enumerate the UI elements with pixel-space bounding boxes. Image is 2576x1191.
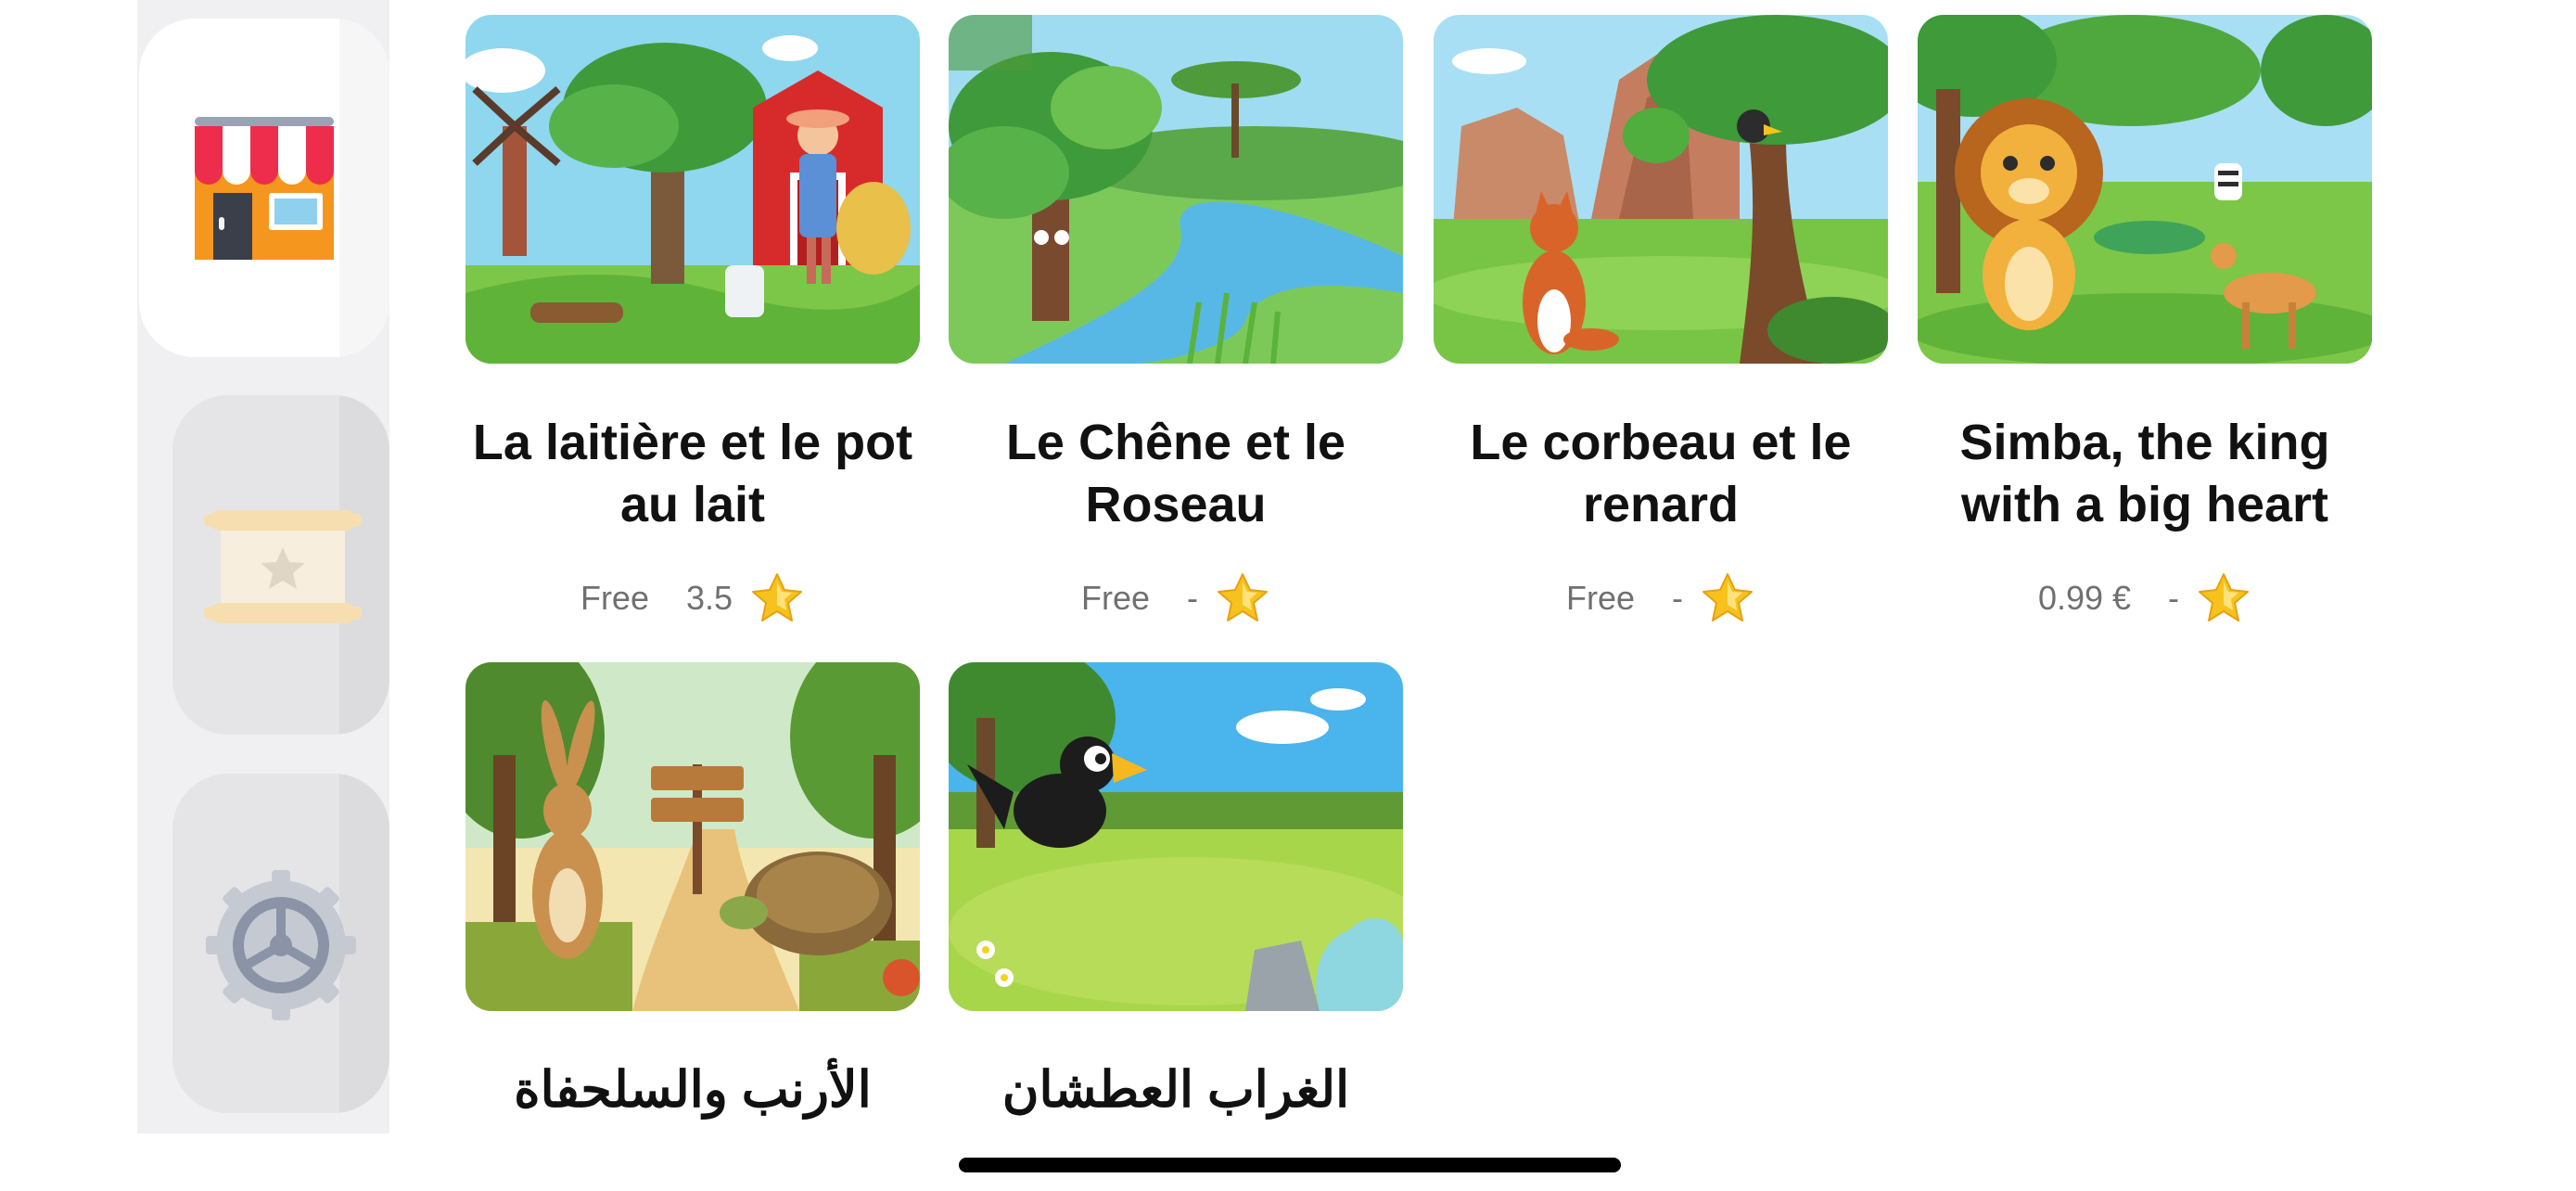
story-title[interactable]: Simba, the king with a big heart (1908, 412, 2381, 536)
story-thumbnail[interactable] (949, 15, 1403, 364)
story-title[interactable]: Le corbeau et le renard (1424, 412, 1897, 536)
lion-savanna-illustration (1918, 15, 2372, 364)
story-meta: Free - (1434, 568, 1888, 629)
story-rating: - (1187, 579, 1199, 617)
story-title[interactable]: La laitière et le pot au lait (456, 412, 929, 536)
story-meta: Free - (949, 568, 1403, 629)
story-thumbnail[interactable] (1918, 15, 2372, 364)
thirsty-crow-illustration (949, 662, 1403, 1011)
story-price: Free (580, 579, 649, 617)
story-title[interactable]: الغراب العطشان (939, 1059, 1412, 1121)
story-thumbnail[interactable] (949, 662, 1403, 1011)
story-meta: Free 3.5 (465, 568, 920, 629)
star-icon (752, 573, 803, 621)
store-icon (195, 117, 334, 260)
scroll-star-icon (204, 510, 362, 623)
story-price: Free (1080, 579, 1151, 617)
star-icon (1702, 573, 1753, 621)
star-icon (1218, 573, 1269, 621)
story-title[interactable]: Le Chêne et le Roseau (939, 412, 1412, 536)
hare-and-tortoise-illustration (465, 662, 920, 1011)
sidebar-item-store[interactable] (139, 19, 389, 357)
farm-milkmaid-illustration (465, 15, 920, 364)
story-rating: 3.5 (685, 579, 733, 617)
oak-and-reed-river-illustration (949, 15, 1403, 364)
home-indicator[interactable] (959, 1158, 1621, 1172)
story-rating: - (1672, 579, 1684, 617)
story-thumbnail[interactable] (465, 15, 920, 364)
story-title[interactable]: الأرنب والسلحفاة (456, 1059, 929, 1121)
star-icon (2199, 573, 2250, 621)
story-rating: - (2168, 579, 2180, 617)
story-thumbnail[interactable] (465, 662, 920, 1011)
sidebar-item-scroll[interactable] (172, 395, 389, 735)
story-price: 0.99 € (2037, 579, 2132, 617)
story-price: Free (1565, 579, 1636, 617)
sidebar-item-settings[interactable] (172, 774, 389, 1113)
crow-and-fox-illustration (1434, 15, 1888, 364)
story-meta: 0.99 € - (1918, 568, 2372, 629)
story-thumbnail[interactable] (1434, 15, 1888, 364)
settings-gear-icon (206, 870, 356, 1020)
